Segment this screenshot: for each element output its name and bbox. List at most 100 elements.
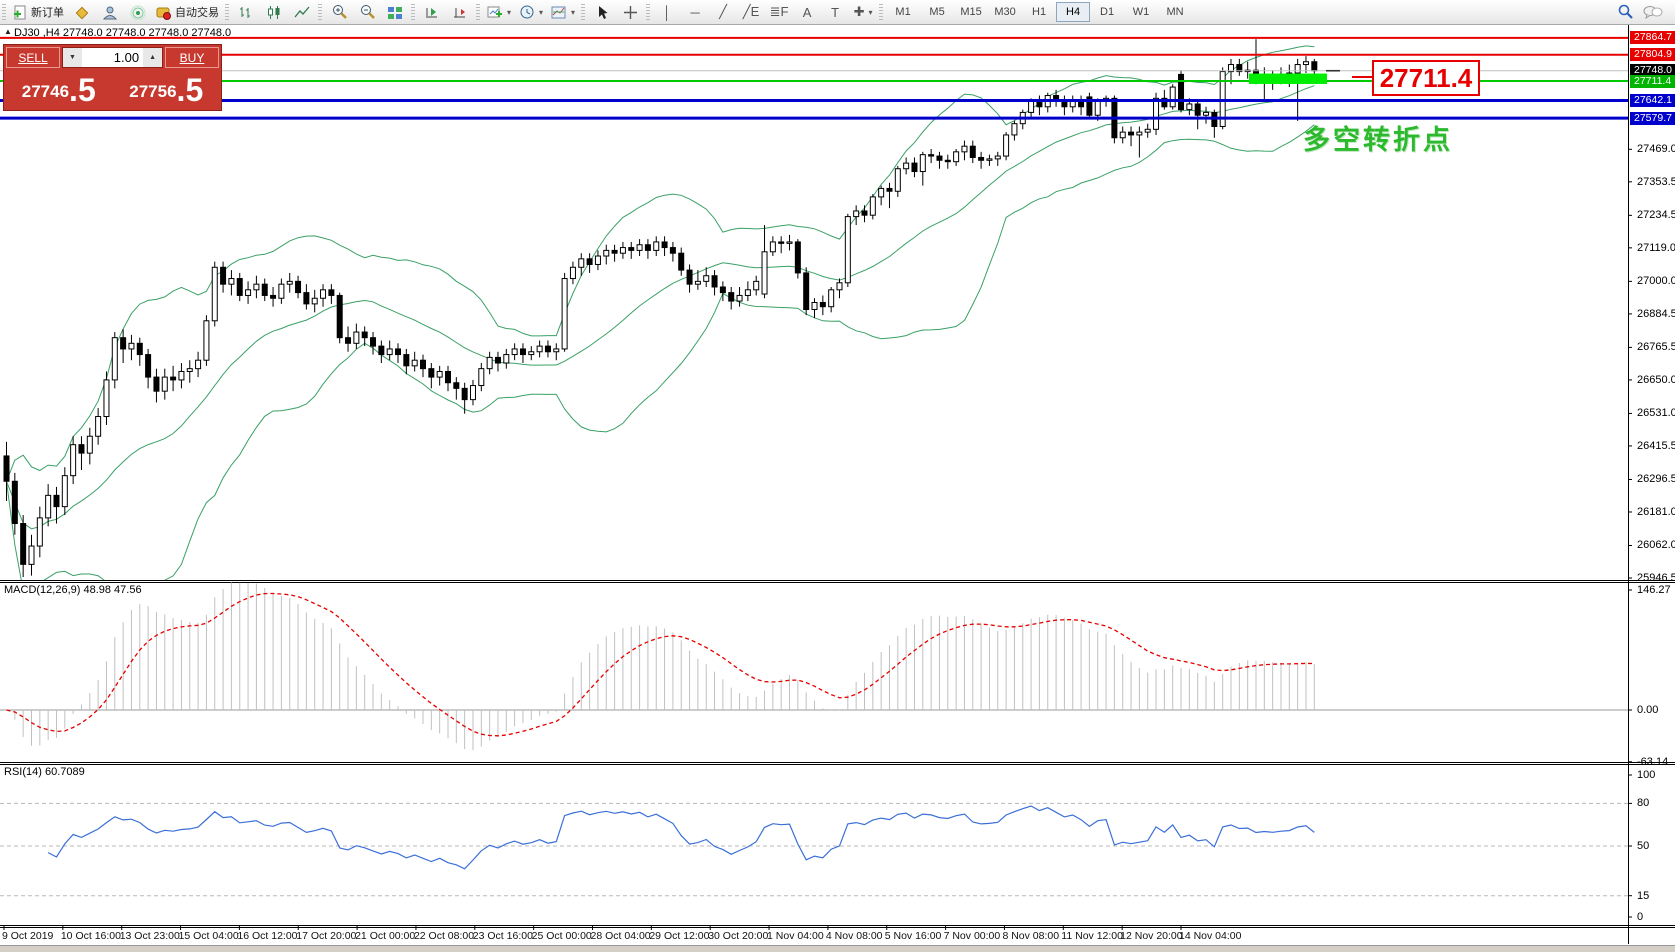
search-button[interactable] bbox=[1611, 1, 1639, 23]
new-order-icon bbox=[14, 5, 26, 19]
price-tick-label: 27234.5 bbox=[1637, 209, 1675, 222]
rsi-tick-label: 0 bbox=[1637, 911, 1644, 923]
template-icon bbox=[551, 6, 566, 18]
toolbar-grip bbox=[879, 4, 884, 20]
price-tag: 27804.9 bbox=[1630, 48, 1675, 62]
toolbar-grip bbox=[318, 4, 322, 20]
shapes-icon: ✚ bbox=[853, 4, 865, 19]
collapse-arrow-icon[interactable]: ▲ bbox=[4, 27, 12, 36]
timeframe-mn[interactable]: MN bbox=[1158, 2, 1192, 22]
toolbar-grip bbox=[411, 4, 415, 20]
period-button[interactable]: ▾ bbox=[515, 1, 547, 23]
line-chart-button[interactable] bbox=[288, 1, 316, 23]
cursor-icon bbox=[599, 5, 608, 19]
buy-button[interactable]: BUY bbox=[165, 47, 219, 68]
sell-price-fraction: .5 bbox=[69, 72, 96, 108]
toolbar-grip bbox=[476, 4, 480, 20]
one-click-trade-panel: SELL ▼ 1.00 ▲ BUY 27746.5 27756.5 bbox=[3, 44, 222, 111]
new-order-button[interactable]: 新订单 bbox=[9, 1, 68, 23]
price-tick-label: 25946.5 bbox=[1637, 572, 1675, 584]
zoom-out-button[interactable] bbox=[353, 1, 381, 23]
toolbar-grip bbox=[225, 4, 229, 20]
horizontal-line-button[interactable]: ─ bbox=[681, 1, 709, 23]
toolbar-grip bbox=[646, 4, 651, 20]
broadcast-icon bbox=[130, 5, 146, 20]
auto-trading-icon bbox=[156, 7, 171, 20]
time-axis-label: 1 Nov 04:00 bbox=[767, 930, 824, 942]
text-button[interactable]: A bbox=[793, 1, 821, 23]
timeframe-m30[interactable]: M30 bbox=[988, 2, 1022, 22]
template-button[interactable]: ▾ bbox=[547, 1, 579, 23]
chart-shift-button[interactable] bbox=[446, 1, 474, 23]
volume-increase-button[interactable]: ▲ bbox=[143, 48, 162, 67]
auto-trading-label: 自动交易 bbox=[175, 7, 219, 19]
time-axis-label: 14 Nov 04:00 bbox=[1179, 930, 1242, 942]
chart-title: DJ30 ,H4 27748.0 27748.0 27748.0 27748.0 bbox=[14, 27, 232, 39]
profile-button[interactable] bbox=[96, 1, 124, 23]
tile-windows-button[interactable] bbox=[381, 1, 409, 23]
auto-scroll-icon bbox=[426, 7, 437, 17]
time-axis-label: 12 Nov 20:00 bbox=[1120, 930, 1183, 942]
sell-button[interactable]: SELL bbox=[6, 47, 60, 68]
auto-trading-button[interactable]: 自动交易 bbox=[152, 1, 223, 23]
time-axis-label: 8 Nov 08:00 bbox=[1002, 930, 1060, 942]
buy-price-main: 27756 bbox=[129, 82, 177, 101]
broadcast-button[interactable] bbox=[124, 1, 152, 23]
chat-button[interactable] bbox=[1639, 1, 1667, 23]
chart-background bbox=[0, 24, 1675, 951]
time-axis-label: 11 Nov 12:00 bbox=[1061, 930, 1123, 942]
timeframe-m5[interactable]: M5 bbox=[920, 2, 954, 22]
price-tick-label: 26415.5 bbox=[1637, 439, 1675, 452]
timeframe-h4[interactable]: H4 bbox=[1056, 2, 1091, 22]
volume-decrease-button[interactable]: ▼ bbox=[63, 48, 82, 67]
rsi-label: RSI(14) 60.7089 bbox=[4, 766, 85, 778]
channel-button[interactable]: ╱E bbox=[737, 1, 765, 23]
zoom-in-button[interactable] bbox=[325, 1, 353, 23]
timeframe-d1[interactable]: D1 bbox=[1090, 2, 1124, 22]
time-axis-label: 13 Oct 23:00 bbox=[119, 930, 180, 942]
price-tag: 27711.4 bbox=[1630, 74, 1675, 88]
shapes-button[interactable]: ✚ ▾ bbox=[849, 1, 877, 23]
macd-tick-label: 0.00 bbox=[1637, 704, 1659, 716]
price-tick-label: 26884.5 bbox=[1637, 307, 1675, 320]
chevron-down-icon: ▾ bbox=[507, 7, 512, 17]
new-chart-button[interactable]: ▾ bbox=[483, 1, 515, 23]
macd-tick-label: 146.27 bbox=[1637, 584, 1671, 596]
auto-scroll-button[interactable] bbox=[418, 1, 446, 23]
price-callout-box: 27711.4 bbox=[1372, 60, 1480, 96]
chevron-down-icon: ▾ bbox=[539, 7, 544, 17]
candlestick-chart-button[interactable] bbox=[260, 1, 288, 23]
chevron-down-icon: ▾ bbox=[868, 7, 873, 17]
price-tick-label: 26181.0 bbox=[1637, 505, 1675, 518]
text-label-button[interactable]: T bbox=[821, 1, 849, 23]
rsi-tick-label: 80 bbox=[1637, 797, 1650, 810]
time-axis-label: 21 Oct 00:00 bbox=[355, 930, 416, 942]
cursor-button[interactable] bbox=[588, 1, 616, 23]
fibonacci-button[interactable]: ≣F bbox=[765, 1, 793, 23]
timeframe-h1[interactable]: H1 bbox=[1022, 2, 1056, 22]
bar-chart-button[interactable] bbox=[232, 1, 260, 23]
timeframe-w1[interactable]: W1 bbox=[1124, 2, 1158, 22]
price-tick-label: 26650.0 bbox=[1637, 373, 1675, 386]
time-axis-label: 16 Oct 12:00 bbox=[237, 930, 298, 942]
time-axis-label: 7 Nov 00:00 bbox=[943, 930, 1001, 942]
time-axis-label: 23 Oct 16:00 bbox=[472, 930, 533, 942]
trendline-button[interactable]: ╱ bbox=[709, 1, 737, 23]
rsi-tick-label: 15 bbox=[1637, 889, 1650, 902]
main-toolbar: 新订单 自动交易 ▾ ▾ ▾ │ ─ ╱ ╱E ≣F A T ✚ ▾ M1 M5… bbox=[0, 0, 1675, 25]
volume-value[interactable]: 1.00 bbox=[81, 48, 144, 67]
price-tick-label: 27469.0 bbox=[1637, 143, 1675, 156]
timeframe-m1[interactable]: M1 bbox=[886, 2, 920, 22]
history-center-button[interactable] bbox=[68, 1, 96, 23]
buy-price-fraction: .5 bbox=[176, 72, 204, 108]
crosshair-button[interactable] bbox=[616, 1, 644, 23]
vertical-line-button[interactable]: │ bbox=[653, 1, 681, 23]
bar-chart-icon bbox=[240, 6, 250, 18]
buy-price[interactable]: 27756.5 bbox=[113, 70, 219, 108]
timeframe-m15[interactable]: M15 bbox=[954, 2, 988, 22]
sell-price[interactable]: 27746.5 bbox=[6, 70, 112, 108]
time-axis-label: 9 Oct 2019 bbox=[2, 930, 54, 942]
time-axis-label: 30 Oct 20:00 bbox=[708, 930, 769, 942]
price-tick-label: 26062.0 bbox=[1637, 539, 1675, 552]
clock-icon bbox=[520, 5, 534, 18]
